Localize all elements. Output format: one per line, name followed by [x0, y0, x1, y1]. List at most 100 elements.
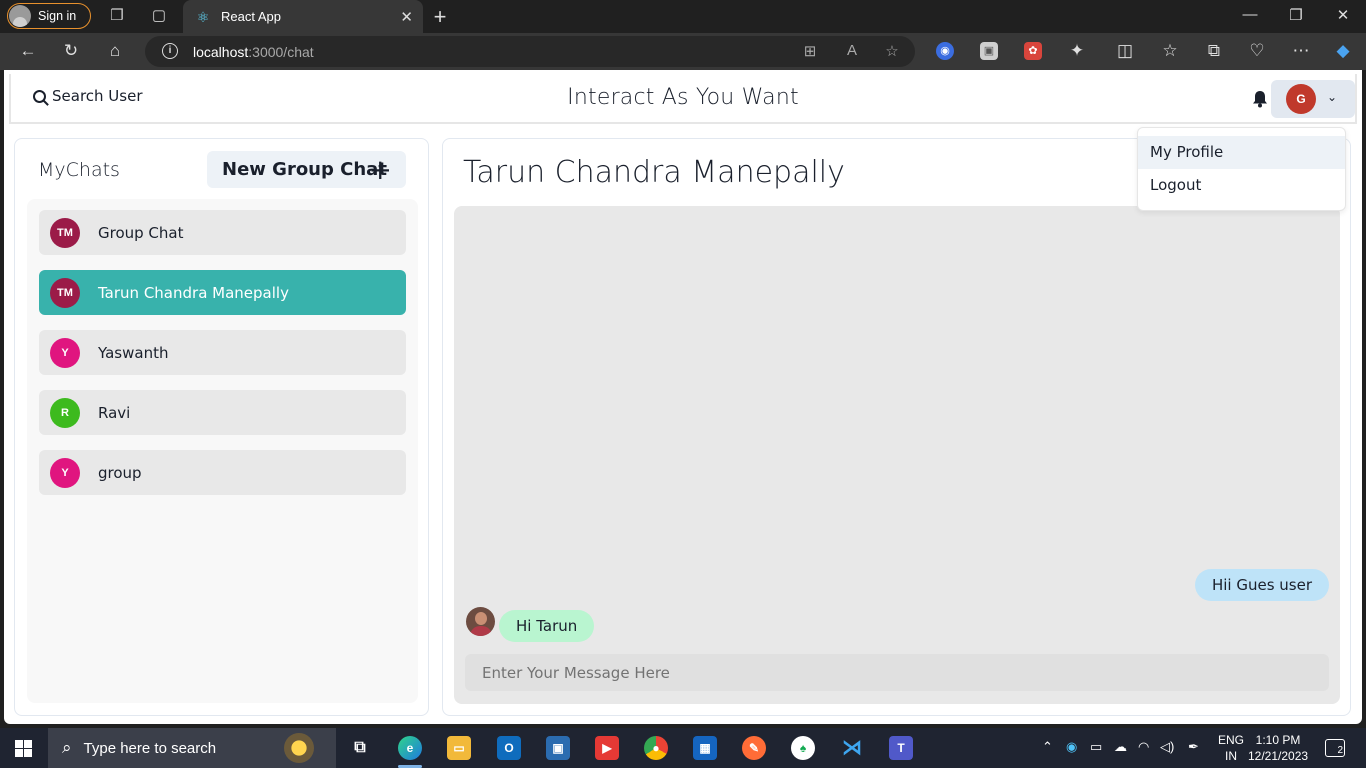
browser-essentials-icon[interactable]: ♡: [1246, 41, 1268, 61]
search-highlight-icon: [284, 733, 314, 763]
taskbar-search-box[interactable]: ⌕ Type here to search: [48, 728, 336, 768]
language-code: ENG: [1218, 733, 1245, 747]
edge-browser-icon[interactable]: e: [398, 736, 422, 760]
extension-box-icon[interactable]: ▣: [980, 42, 998, 60]
profile-dropdown-menu: My Profile Logout: [1137, 127, 1346, 211]
copilot-icon[interactable]: ◆: [1332, 41, 1354, 61]
favorites-icon[interactable]: ☆: [1159, 41, 1181, 61]
more-menu-icon[interactable]: ⋯: [1290, 41, 1312, 61]
menu-item-my-profile[interactable]: My Profile: [1138, 136, 1345, 169]
task-view-icon[interactable]: ⧉: [348, 736, 372, 760]
wifi-icon[interactable]: ◠: [1138, 739, 1149, 755]
system-clock[interactable]: 1:10 PM 12/21/2023: [1248, 732, 1308, 764]
chat-avatar: TM: [50, 277, 80, 308]
favorite-star-icon[interactable]: ☆: [882, 42, 902, 60]
message-area: Hii Gues user Hi Tarun: [454, 206, 1340, 704]
message-bubble-outgoing: Hii Gues user: [1194, 569, 1329, 601]
app-title: Interact As You Want: [567, 85, 799, 110]
chat-name: group: [98, 463, 142, 482]
chat-name: Group Chat: [98, 223, 184, 242]
collections-icon[interactable]: ⧉: [1203, 41, 1225, 61]
chat-avatar: Y: [50, 337, 80, 368]
sender-avatar: [466, 607, 495, 636]
chat-list: TM Group Chat TM Tarun Chandra Manepally…: [27, 199, 418, 703]
windows-start-icon[interactable]: [15, 740, 32, 757]
home-icon[interactable]: ⌂: [104, 41, 126, 61]
plus-icon: +: [368, 153, 392, 186]
battery-icon[interactable]: ▭: [1090, 739, 1102, 755]
chat-avatar: TM: [50, 217, 80, 248]
url-text[interactable]: localhost:3000/chat: [193, 44, 314, 60]
volume-icon[interactable]: ◁): [1160, 739, 1174, 755]
read-aloud-icon[interactable]: A: [842, 42, 862, 59]
tab-actions-icon[interactable]: ▢: [150, 7, 168, 25]
chat-item-selected[interactable]: TM Tarun Chandra Manepally: [39, 270, 406, 315]
message-bubble-incoming: Hi Tarun: [499, 610, 595, 642]
menu-item-logout[interactable]: Logout: [1138, 169, 1345, 202]
message-input[interactable]: [465, 654, 1329, 691]
signin-label: Sign in: [38, 9, 77, 23]
mongodb-compass-icon[interactable]: ♠: [791, 736, 815, 760]
extensions-puzzle-icon[interactable]: ✦: [1066, 41, 1088, 61]
youtube-icon[interactable]: ▶: [595, 736, 619, 760]
profile-avatar-icon: [9, 5, 31, 27]
taskbar-search-icon: ⌕: [62, 738, 72, 757]
tray-overflow-icon[interactable]: ⌃: [1042, 739, 1053, 755]
tray-edge-icon[interactable]: ◉: [1066, 739, 1077, 755]
notification-count: 2: [1337, 745, 1343, 756]
windows-security-icon[interactable]: ▦: [693, 736, 717, 760]
url-host: localhost: [193, 44, 249, 60]
close-tab-icon[interactable]: ✕: [400, 8, 413, 26]
chat-item[interactable]: R Ravi: [39, 390, 406, 435]
chat-name: Tarun Chandra Manepally: [98, 283, 289, 302]
extension-copilot-icon[interactable]: ◉: [936, 42, 954, 60]
language-indicator[interactable]: ENG IN: [1218, 732, 1244, 764]
address-bar[interactable]: i localhost:3000/chat ⊞ A ☆: [145, 36, 915, 67]
new-tab-icon[interactable]: +: [429, 4, 451, 30]
extension-red-icon[interactable]: ✿: [1024, 42, 1042, 60]
close-window-icon[interactable]: ✕: [1332, 6, 1354, 24]
chat-avatar: Y: [50, 457, 80, 488]
notification-center-icon[interactable]: 2: [1325, 739, 1345, 757]
my-chats-title: MyChats: [38, 159, 120, 181]
chrome-icon[interactable]: ●: [644, 736, 668, 760]
workspaces-icon[interactable]: ❒: [108, 7, 126, 25]
browser-tab-strip: Sign in ❒ ▢ ⚛ React App ✕ + — ❐ ✕: [0, 0, 1366, 33]
chat-name: Ravi: [98, 403, 131, 422]
message-input-box: [465, 654, 1329, 691]
browser-nav-bar: ← ↻ ⌂ i localhost:3000/chat ⊞ A ☆ ◉ ▣ ✿ …: [0, 33, 1366, 70]
chat-item[interactable]: TM Group Chat: [39, 210, 406, 255]
url-path: :3000/chat: [248, 44, 314, 60]
minimize-icon[interactable]: —: [1239, 6, 1261, 23]
teams-icon[interactable]: T: [889, 736, 913, 760]
react-logo-icon: ⚛: [196, 8, 210, 25]
user-menu-button[interactable]: G ⌄: [1271, 80, 1355, 118]
windows-taskbar: ⌕ Type here to search ⧉ e ▭ O ▣ ▶ ● ▦ ✎ …: [0, 728, 1366, 768]
my-chats-panel: MyChats New Group Chat + TM Group Chat T…: [14, 138, 429, 716]
chat-name: Yaswanth: [98, 343, 169, 362]
conversation-panel: Tarun Chandra Manepally Hii Gues user Hi…: [442, 138, 1351, 716]
app-header: Search User Interact As You Want G ⌄: [9, 74, 1357, 124]
bell-icon[interactable]: [1252, 90, 1268, 108]
app-available-icon[interactable]: ⊞: [800, 42, 820, 60]
new-group-chat-button[interactable]: New Group Chat +: [207, 151, 406, 188]
clock-time: 1:10 PM: [1255, 733, 1301, 747]
onedrive-icon[interactable]: ☁: [1114, 739, 1127, 755]
clock-date: 12/21/2023: [1248, 749, 1309, 763]
file-explorer-icon[interactable]: ▭: [447, 736, 471, 760]
vscode-icon[interactable]: ⋊: [840, 736, 864, 760]
site-info-icon[interactable]: i: [162, 43, 178, 59]
refresh-icon[interactable]: ↻: [60, 41, 82, 61]
remote-desktop-icon[interactable]: ▣: [546, 736, 570, 760]
browser-signin-button[interactable]: Sign in: [7, 3, 91, 29]
chat-item[interactable]: Y Yaswanth: [39, 330, 406, 375]
pen-icon[interactable]: ✒: [1188, 739, 1199, 755]
outlook-icon[interactable]: O: [497, 736, 521, 760]
restore-icon[interactable]: ❐: [1285, 6, 1307, 24]
split-screen-icon[interactable]: ◫: [1114, 41, 1136, 61]
chevron-down-icon: ⌄: [1327, 90, 1338, 104]
browser-tab-active[interactable]: ⚛ React App ✕: [183, 0, 423, 33]
back-arrow-icon[interactable]: ←: [17, 41, 39, 61]
postman-icon[interactable]: ✎: [742, 736, 766, 760]
chat-item[interactable]: Y group: [39, 450, 406, 495]
